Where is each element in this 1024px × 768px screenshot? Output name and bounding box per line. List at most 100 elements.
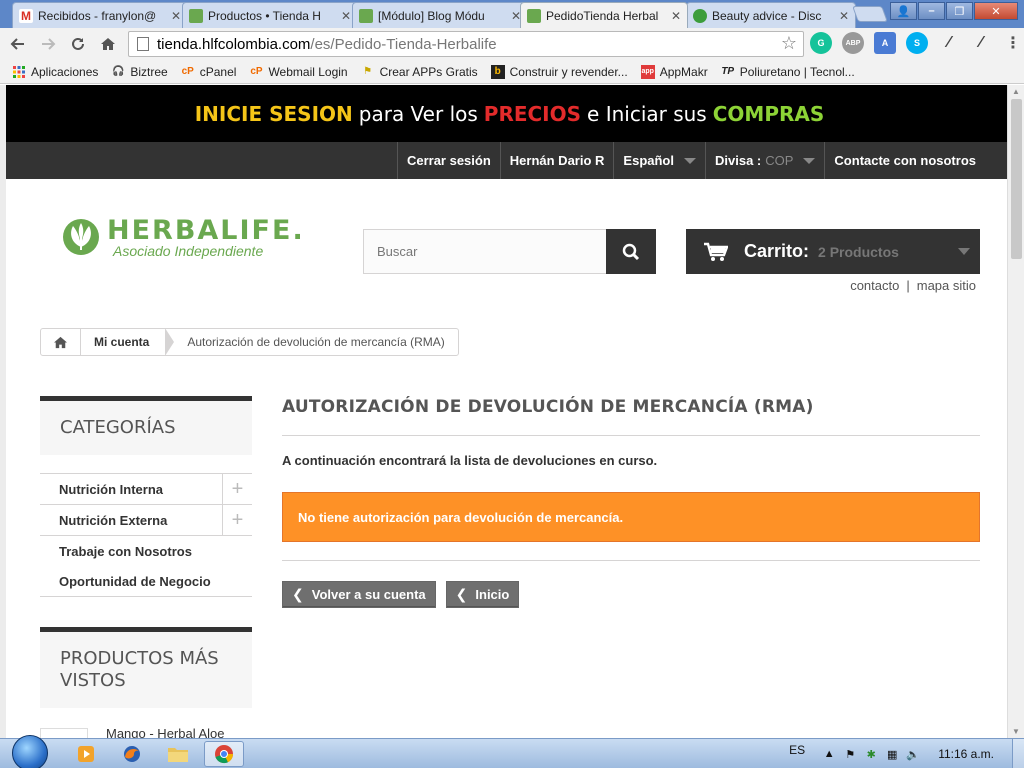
back-to-account-button[interactable]: ❮ Volver a su cuenta bbox=[282, 581, 436, 608]
bookmark-label: Poliuretano | Tecnol... bbox=[739, 64, 855, 79]
sitemap-link[interactable]: mapa sitio bbox=[917, 278, 976, 293]
chrome-icon[interactable] bbox=[204, 741, 244, 767]
tab-close-icon[interactable]: ✕ bbox=[671, 9, 681, 23]
browser-tab-gmail[interactable]: M Recibidos - franylon@ ✕ bbox=[12, 2, 188, 28]
bookmark-label: Construir y revender... bbox=[509, 64, 628, 79]
minimize-button[interactable]: – bbox=[918, 2, 945, 20]
language-selector[interactable]: Español bbox=[613, 142, 705, 179]
scroll-up-icon[interactable]: ▲ bbox=[1012, 87, 1020, 96]
contact-link[interactable]: contacto bbox=[850, 278, 899, 293]
logout-link[interactable]: Cerrar sesión bbox=[396, 142, 500, 179]
main-column: AUTORIZACIÓN DE DEVOLUCIÓN DE MERCANCÍA … bbox=[282, 397, 980, 608]
cart-button[interactable]: Carrito: 2 Productos bbox=[686, 229, 980, 274]
breadcrumb-my-account[interactable]: Mi cuenta bbox=[81, 328, 175, 356]
caret-down-icon bbox=[803, 157, 816, 164]
beauty-favicon-icon bbox=[693, 8, 707, 23]
home-button[interactable]: ❮ Inicio bbox=[445, 581, 520, 608]
adblock-icon[interactable]: ABP bbox=[842, 32, 864, 54]
volume-icon[interactable]: 🔈 bbox=[906, 748, 920, 761]
expand-plus-icon[interactable]: + bbox=[222, 505, 252, 535]
category-label: Oportunidad de Negocio bbox=[59, 573, 211, 589]
tab-label: Recibidos - franylon@ bbox=[38, 8, 157, 23]
show-desktop-button[interactable] bbox=[1012, 739, 1024, 768]
category-item[interactable]: Oportunidad de Negocio bbox=[40, 566, 252, 597]
tp-icon: TP bbox=[721, 66, 735, 77]
breadcrumb-home[interactable] bbox=[41, 329, 81, 355]
browser-tab-pedido[interactable]: PedidoTienda Herbal ✕ bbox=[520, 2, 688, 28]
translate-icon[interactable]: A bbox=[874, 32, 896, 54]
shopping-cart-icon bbox=[704, 242, 728, 261]
action-center-flag-icon[interactable]: ⚑ bbox=[844, 748, 856, 761]
bookmark-biztree[interactable]: 🎧 Biztree bbox=[111, 65, 168, 79]
biztree-icon: 🎧 bbox=[112, 66, 125, 77]
chrome-menu-icon[interactable]: ⋮ bbox=[1002, 32, 1024, 54]
scroll-down-icon[interactable]: ▼ bbox=[1012, 727, 1020, 736]
search-input[interactable]: Buscar bbox=[363, 229, 606, 274]
contact-us-link[interactable]: Contacte con nosotros bbox=[824, 142, 1013, 179]
expand-plus-icon[interactable]: + bbox=[222, 474, 252, 504]
currency-label: Divisa : bbox=[715, 153, 762, 168]
category-item[interactable]: Trabaje con Nosotros bbox=[40, 536, 252, 566]
windows-taskbar: ES ▲ ⚑ ✱ ▦ 🔈 11:16 a.m. bbox=[0, 735, 1024, 768]
product-thumbnail[interactable] bbox=[40, 728, 88, 738]
browser-tab-productos[interactable]: Productos • Tienda H ✕ bbox=[182, 2, 358, 28]
maximize-button[interactable]: ❐ bbox=[946, 2, 973, 20]
file-explorer-icon[interactable] bbox=[158, 741, 198, 767]
colorpicker-icon[interactable]: ⁄ bbox=[970, 32, 992, 54]
cart-count: 2 Productos bbox=[818, 243, 899, 260]
bookmark-cpanel[interactable]: cP cPanel bbox=[181, 65, 237, 79]
search-button[interactable] bbox=[606, 229, 656, 274]
herbalife-logo[interactable]: HERBALIFE. Asociado Independiente bbox=[61, 215, 305, 259]
bookmark-label: AppMakr bbox=[659, 64, 708, 79]
appmakr-icon: app bbox=[640, 64, 655, 79]
tab-close-icon[interactable]: ✕ bbox=[171, 9, 181, 23]
category-item[interactable]: Nutrición Externa + bbox=[40, 505, 252, 536]
brand-name: HERBALIFE. bbox=[107, 215, 305, 246]
bookmark-aplicaciones[interactable]: Aplicaciones bbox=[12, 65, 98, 79]
page-scrollbar[interactable]: ▲ ▼ bbox=[1007, 85, 1024, 738]
skype-icon[interactable]: S bbox=[906, 32, 928, 54]
reload-button[interactable] bbox=[66, 32, 90, 56]
eyedropper-icon[interactable]: ⁄ bbox=[938, 32, 960, 54]
clock[interactable]: 11:16 a.m. bbox=[938, 747, 994, 761]
currency-selector[interactable]: Divisa : COP bbox=[705, 142, 824, 179]
network-icon[interactable]: ▦ bbox=[886, 748, 898, 761]
bookmark-appmakr[interactable]: app AppMakr bbox=[640, 64, 708, 79]
intro-text: A continuación encontrará la lista de de… bbox=[282, 453, 658, 468]
bookmark-star-icon[interactable]: ☆ bbox=[781, 33, 797, 54]
back-button[interactable] bbox=[6, 32, 30, 56]
search-icon bbox=[622, 243, 640, 260]
most-viewed-title: PRODUCTOS MÁS VISTOS bbox=[40, 627, 252, 708]
new-tab-button[interactable] bbox=[852, 6, 888, 22]
sync-icon[interactable]: ✱ bbox=[865, 748, 877, 761]
media-player-icon[interactable] bbox=[66, 741, 106, 767]
url-host: tienda.hlfcolombia.com bbox=[157, 35, 311, 53]
forward-button[interactable] bbox=[36, 32, 60, 56]
browser-tab-blog[interactable]: [Módulo] Blog Módu ✕ bbox=[352, 2, 528, 28]
login-promo-banner[interactable]: INICIE SESION para Ver los PRECIOS e Ini… bbox=[6, 85, 1013, 142]
url-path: /es/Pedido-Tienda-Herbalife bbox=[310, 35, 497, 53]
browser-tab-beauty[interactable]: Beauty advice - Disc ✕ bbox=[686, 2, 856, 28]
bookmark-construir[interactable]: b Construir y revender... bbox=[490, 64, 628, 79]
tab-close-icon[interactable]: ✕ bbox=[341, 9, 351, 23]
address-bar[interactable]: tienda.hlfcolombia.com/es/Pedido-Tienda-… bbox=[128, 31, 804, 57]
bookmark-webmail[interactable]: cP Webmail Login bbox=[249, 65, 347, 79]
scrollbar-thumb[interactable] bbox=[1011, 99, 1022, 259]
user-account-link[interactable]: Hernán Dario R bbox=[499, 142, 614, 179]
show-hidden-icons-icon[interactable]: ▲ bbox=[823, 748, 835, 760]
grammarly-icon[interactable]: G bbox=[810, 32, 832, 54]
windows-start-button[interactable] bbox=[12, 735, 48, 768]
language-indicator[interactable]: ES bbox=[789, 743, 805, 757]
firefox-icon[interactable] bbox=[112, 741, 152, 767]
divider bbox=[282, 560, 980, 561]
user-icon[interactable]: 👤 bbox=[890, 2, 917, 20]
category-item[interactable]: Nutrición Interna + bbox=[40, 474, 252, 505]
close-window-button[interactable]: ✕ bbox=[974, 2, 1018, 20]
tab-close-icon[interactable]: ✕ bbox=[839, 9, 849, 23]
bookmark-crear-apps[interactable]: ⚑ Crear APPs Gratis bbox=[361, 65, 478, 79]
home-icon bbox=[101, 38, 115, 50]
product-name-link[interactable]: Mango - Herbal Aloe bbox=[106, 726, 225, 738]
bookmark-poliuretano[interactable]: TP Poliuretano | Tecnol... bbox=[721, 64, 855, 79]
home-button[interactable] bbox=[96, 32, 120, 56]
bookmarks-bar: Aplicaciones 🎧 Biztree cP cPanel cP Webm… bbox=[0, 60, 1024, 84]
